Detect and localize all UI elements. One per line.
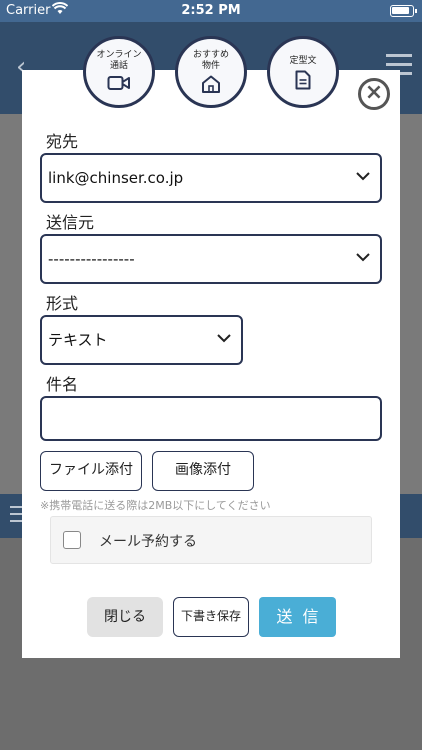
template-text-button[interactable]: 定型文 [267, 36, 339, 108]
status-bar: Carrier 2:52 PM [0, 0, 422, 22]
from-value: ---------------- [48, 250, 135, 268]
online-call-label: オンライン 通話 [96, 50, 142, 71]
send-button[interactable]: 送信 [259, 597, 336, 637]
chevron-down-icon [356, 253, 370, 262]
close-modal-button[interactable]: × [358, 78, 390, 110]
clock: 2:52 PM [181, 3, 241, 18]
to-select[interactable]: link@chinser.co.jp [40, 153, 382, 203]
schedule-mail-row[interactable]: メール予約する [50, 516, 372, 564]
document-icon [295, 70, 311, 90]
chevron-down-icon [217, 334, 231, 343]
format-select[interactable]: テキスト [40, 315, 243, 365]
attach-image-button[interactable]: 画像添付 [152, 451, 254, 491]
battery-icon [390, 5, 417, 17]
chevron-down-icon [356, 172, 370, 181]
to-label: 宛先 [46, 132, 79, 151]
schedule-checkbox[interactable] [63, 531, 81, 549]
recommended-property-label: おすすめ 物件 [192, 50, 229, 71]
schedule-label: メール予約する [99, 534, 197, 550]
attachment-size-note: ※携帯電話に送る際は2MB以下にしてください [40, 499, 271, 512]
subject-input[interactable] [40, 396, 382, 441]
video-camera-icon [107, 76, 130, 90]
recommended-property-button[interactable]: おすすめ 物件 [175, 36, 247, 108]
from-label: 送信元 [46, 213, 95, 232]
format-label: 形式 [46, 294, 79, 313]
close-button[interactable]: 閉じる [87, 597, 163, 637]
format-value: テキスト [48, 331, 108, 349]
save-draft-button[interactable]: 下書き保存 [173, 597, 249, 637]
house-icon [202, 75, 220, 93]
online-call-button[interactable]: オンライン 通話 [83, 36, 155, 108]
to-value: link@chinser.co.jp [48, 169, 184, 187]
close-icon: × [364, 80, 384, 105]
from-select[interactable]: ---------------- [40, 234, 382, 284]
subject-label: 件名 [46, 375, 79, 394]
template-text-label: 定型文 [289, 56, 317, 66]
attach-file-button[interactable]: ファイル添付 [40, 451, 142, 491]
